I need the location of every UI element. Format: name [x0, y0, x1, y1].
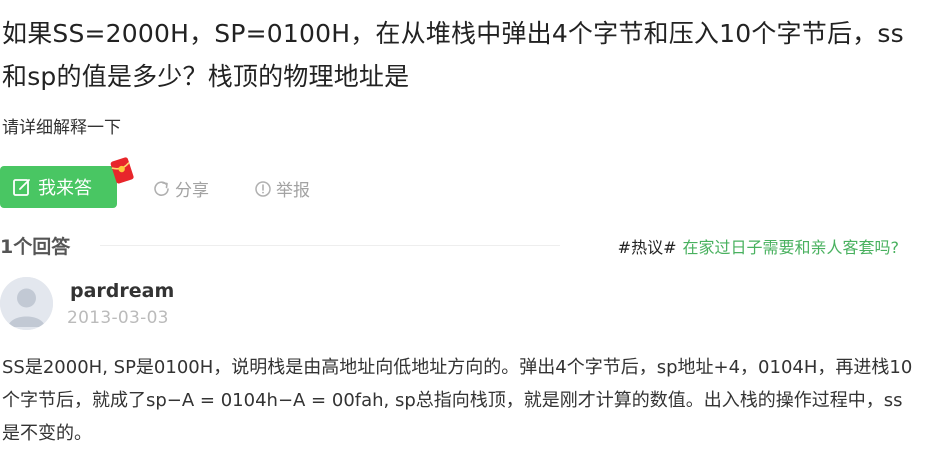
- answer-body: SS是2000H, SP是0100H，说明栈是由高地址向低地址方向的。弹出4个字…: [2, 357, 913, 444]
- share-icon: [153, 180, 171, 198]
- answers-header: 1个回答 #热议# 在家过日子需要和亲人客套吗?: [0, 230, 933, 260]
- answer-username[interactable]: pardream: [70, 280, 174, 302]
- report-icon: [254, 180, 272, 198]
- edit-icon: [12, 177, 32, 197]
- report-button[interactable]: 举报: [254, 176, 310, 201]
- question-description: 请详细解释一下: [2, 118, 121, 138]
- default-avatar-icon[interactable]: [0, 277, 53, 330]
- report-label: 举报: [276, 181, 310, 201]
- share-button[interactable]: 分享: [153, 176, 209, 201]
- answer-button-label: 我来答: [38, 178, 92, 199]
- hot-topic-tag: #热议#: [617, 238, 677, 257]
- question-title: 如果SS=2000H，SP=0100H，在从堆栈中弹出4个字节和压入10个字节后…: [2, 19, 904, 91]
- divider: [100, 245, 560, 246]
- share-label: 分享: [175, 181, 209, 201]
- hot-topic: #热议# 在家过日子需要和亲人客套吗?: [618, 234, 899, 258]
- hot-topic-link[interactable]: 在家过日子需要和亲人客套吗?: [683, 238, 900, 257]
- question-actions: 我来答 分享 举报: [0, 157, 400, 208]
- answer-count: 1个回答: [0, 236, 71, 258]
- answer-date: 2013-03-03: [67, 308, 169, 328]
- answer-button[interactable]: 我来答: [0, 166, 117, 208]
- red-envelope-icon[interactable]: [106, 154, 138, 186]
